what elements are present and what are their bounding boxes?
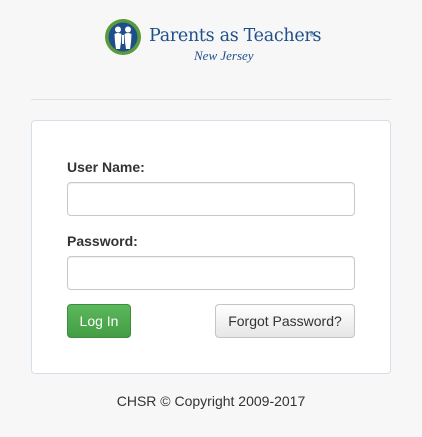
login-button[interactable]: Log In [67, 304, 131, 338]
copyright-footer: CHSR © Copyright 2009-2017 [116, 393, 306, 409]
logo-title: Parents as Teachers [149, 26, 322, 46]
password-input[interactable] [67, 256, 355, 290]
username-label: User Name: [67, 159, 145, 175]
parents-as-teachers-logo-icon [105, 19, 141, 55]
logo-trademark: ® [310, 32, 316, 39]
username-input[interactable] [67, 182, 355, 216]
organization-logo: Parents as Teachers ® New Jersey [104, 18, 324, 68]
password-label: Password: [67, 233, 138, 249]
header-divider [31, 99, 391, 100]
logo-subtitle: New Jersey [194, 48, 254, 63]
login-panel: User Name: Password: Log In Forgot Passw… [31, 120, 391, 374]
forgot-password-button[interactable]: Forgot Password? [215, 304, 355, 338]
